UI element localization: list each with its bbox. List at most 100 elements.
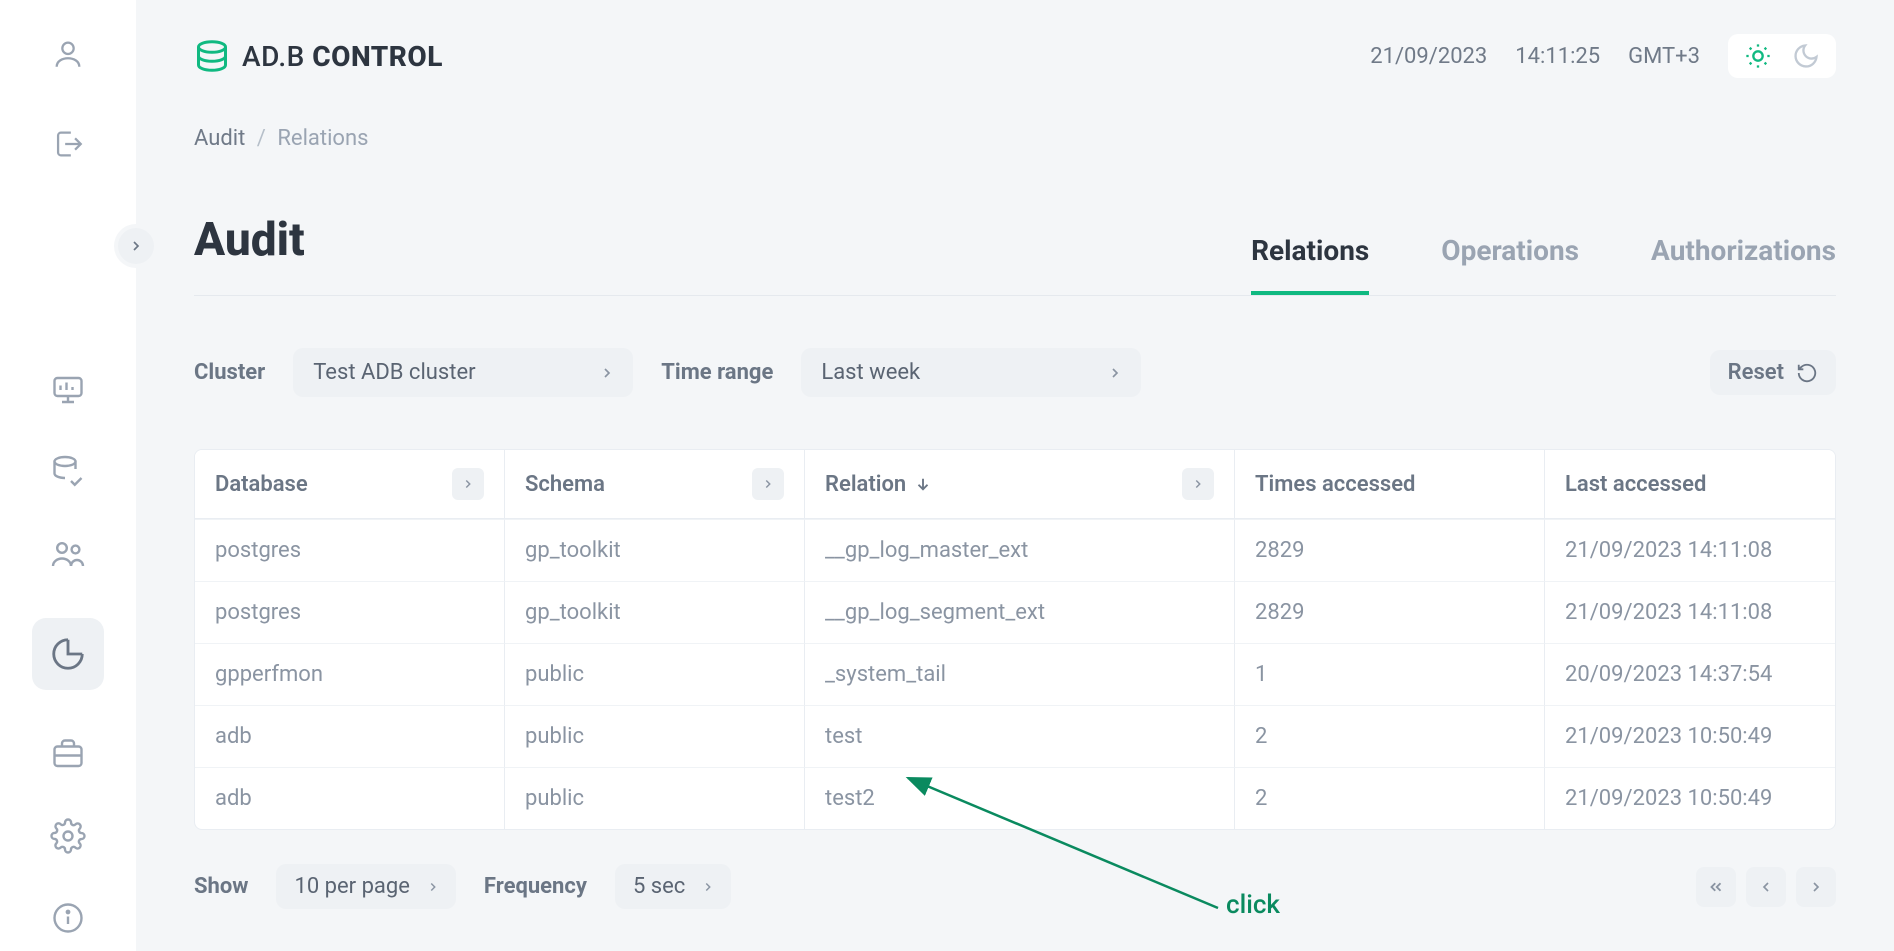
cell-last: 21/09/2023 10:50:49 [1545, 705, 1835, 767]
pager-next[interactable] [1796, 867, 1836, 907]
cell-database: adb [195, 705, 505, 767]
tab-relations[interactable]: Relations [1251, 234, 1369, 295]
logo-icon [194, 38, 230, 74]
breadcrumb-root[interactable]: Audit [194, 126, 245, 151]
cell-database: postgres [195, 581, 505, 643]
topbar: AD.B CONTROL 21/09/2023 14:11:25 GMT+3 [194, 28, 1836, 84]
cell-times: 2829 [1235, 519, 1545, 581]
gear-icon[interactable] [50, 818, 86, 854]
th-schema-expand[interactable] [752, 468, 784, 500]
pager-first[interactable] [1696, 867, 1736, 907]
header-tz: GMT+3 [1628, 44, 1700, 69]
tab-operations[interactable]: Operations [1441, 234, 1579, 295]
tabs: Relations Operations Authorizations [1251, 234, 1836, 295]
sun-icon [1744, 42, 1772, 70]
th-last[interactable]: Last accessed [1545, 450, 1835, 519]
cell-relation: test [805, 705, 1235, 767]
cell-times: 1 [1235, 643, 1545, 705]
th-relation-label: Relation [825, 472, 906, 497]
chevron-right-icon [426, 880, 440, 894]
freq-value: 5 sec [633, 874, 685, 899]
th-last-label: Last accessed [1565, 472, 1706, 497]
chevron-right-icon [701, 880, 715, 894]
cluster-value: Test ADB cluster [313, 360, 475, 385]
cell-schema: public [505, 767, 805, 829]
logout-icon[interactable] [50, 126, 86, 162]
logo-text: AD.B CONTROL [242, 40, 443, 73]
user-icon[interactable] [50, 36, 86, 72]
cell-last: 20/09/2023 14:37:54 [1545, 643, 1835, 705]
th-relation-expand[interactable] [1182, 468, 1214, 500]
table-header: Database Schema Relation [195, 450, 1835, 519]
header-time: 14:11:25 [1515, 44, 1600, 69]
users-icon[interactable] [50, 536, 86, 572]
reset-button[interactable]: Reset [1710, 350, 1836, 395]
chevron-right-icon [599, 365, 615, 381]
page-title: Audit [194, 213, 305, 295]
annotation-label: click [1226, 890, 1280, 920]
sort-down-icon [914, 475, 932, 493]
cluster-select[interactable]: Test ADB cluster [293, 348, 633, 397]
table-row[interactable]: adbpublictest221/09/2023 10:50:49 [195, 705, 1835, 767]
briefcase-icon[interactable] [50, 736, 86, 772]
cell-relation: __gp_log_segment_ext [805, 581, 1235, 643]
table-row[interactable]: postgresgp_toolkit__gp_log_master_ext282… [195, 519, 1835, 581]
table-row[interactable]: adbpublictest2221/09/2023 10:50:49 [195, 767, 1835, 829]
cell-schema: gp_toolkit [505, 581, 805, 643]
moon-icon [1792, 42, 1820, 70]
breadcrumb-sep: / [257, 126, 266, 151]
cluster-label: Cluster [194, 360, 265, 385]
info-icon[interactable] [50, 900, 86, 936]
show-value: 10 per page [294, 874, 409, 899]
database-check-icon[interactable] [50, 454, 86, 490]
cell-database: postgres [195, 519, 505, 581]
pie-chart-icon[interactable] [32, 618, 104, 690]
reset-label: Reset [1728, 360, 1784, 385]
table-body: postgresgp_toolkit__gp_log_master_ext282… [195, 519, 1835, 829]
cell-relation: __gp_log_master_ext [805, 519, 1235, 581]
cell-last: 21/09/2023 14:11:08 [1545, 581, 1835, 643]
cell-last: 21/09/2023 10:50:49 [1545, 767, 1835, 829]
cell-database: gpperfmon [195, 643, 505, 705]
cell-schema: public [505, 643, 805, 705]
th-times[interactable]: Times accessed [1235, 450, 1545, 519]
th-times-label: Times accessed [1255, 472, 1415, 497]
sidebar [0, 0, 136, 951]
cell-times: 2 [1235, 767, 1545, 829]
show-label: Show [194, 874, 248, 899]
breadcrumb-current: Relations [277, 126, 368, 151]
th-database-expand[interactable] [452, 468, 484, 500]
logo: AD.B CONTROL [194, 38, 443, 74]
cell-times: 2 [1235, 705, 1545, 767]
th-relation[interactable]: Relation [805, 450, 1235, 519]
table-row[interactable]: gpperfmonpublic_system_tail120/09/2023 1… [195, 643, 1835, 705]
cell-schema: public [505, 705, 805, 767]
pager-prev[interactable] [1746, 867, 1786, 907]
th-schema-label: Schema [525, 472, 605, 497]
cell-last: 21/09/2023 14:11:08 [1545, 519, 1835, 581]
cell-relation: _system_tail [805, 643, 1235, 705]
cell-database: adb [195, 767, 505, 829]
time-select[interactable]: Last week [801, 348, 1141, 397]
table-row[interactable]: postgresgp_toolkit__gp_log_segment_ext28… [195, 581, 1835, 643]
monitor-icon[interactable] [50, 372, 86, 408]
tab-authorizations[interactable]: Authorizations [1651, 234, 1836, 295]
th-database-label: Database [215, 472, 308, 497]
show-select[interactable]: 10 per page [276, 864, 455, 909]
breadcrumb: Audit / Relations [194, 126, 1836, 151]
time-value: Last week [821, 360, 920, 385]
freq-select[interactable]: 5 sec [615, 864, 731, 909]
refresh-icon [1796, 362, 1818, 384]
table-footer: Show 10 per page Frequency 5 sec [194, 864, 1836, 909]
theme-toggle[interactable] [1728, 34, 1836, 78]
main-content: AD.B CONTROL 21/09/2023 14:11:25 GMT+3 A… [136, 0, 1894, 951]
chevron-right-icon [1107, 365, 1123, 381]
header-date: 21/09/2023 [1370, 44, 1487, 69]
th-schema[interactable]: Schema [505, 450, 805, 519]
cell-relation: test2 [805, 767, 1235, 829]
th-database[interactable]: Database [195, 450, 505, 519]
freq-label: Frequency [484, 874, 587, 899]
pager [1696, 867, 1836, 907]
cell-times: 2829 [1235, 581, 1545, 643]
filters: Cluster Test ADB cluster Time range Last… [194, 348, 1836, 397]
